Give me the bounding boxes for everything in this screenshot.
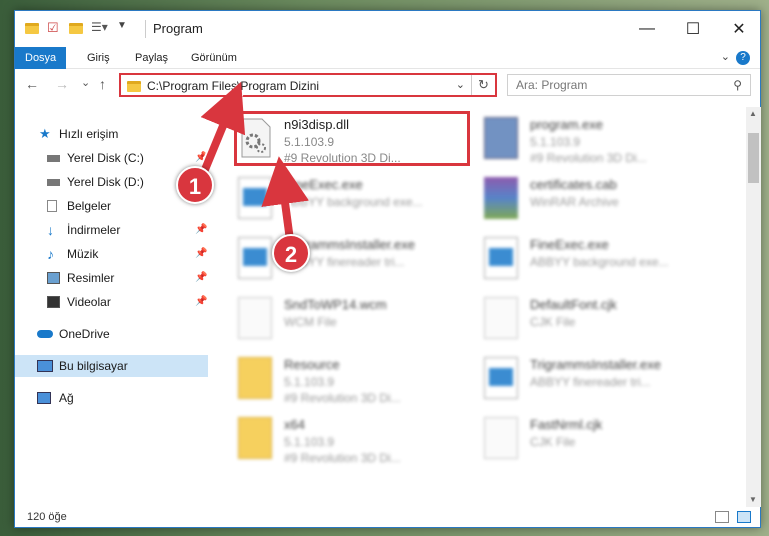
annotation-arrows (198, 81, 309, 241)
arrow-1 (200, 81, 246, 174)
step-1-badge: 1 (176, 166, 214, 204)
step-2-badge: 2 (272, 234, 310, 272)
